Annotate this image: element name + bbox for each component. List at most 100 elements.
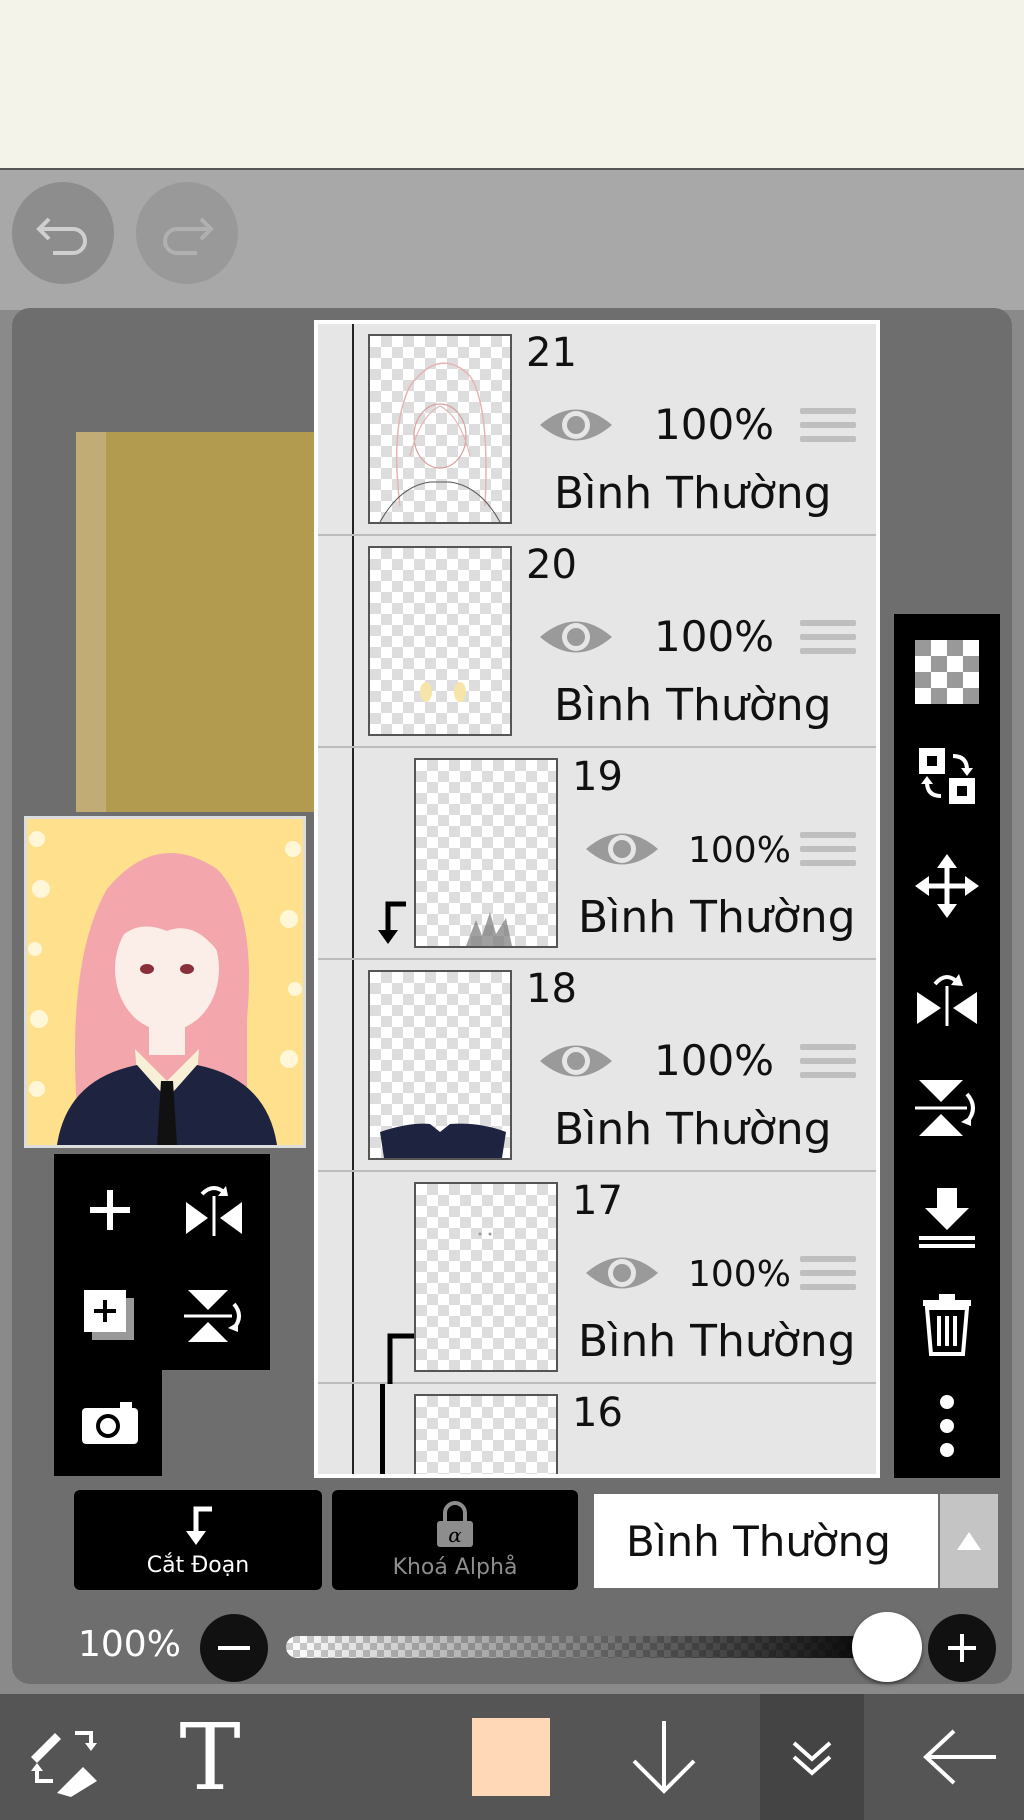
increase-opacity-button[interactable]: [928, 1614, 996, 1682]
opacity-control: 100%: [0, 1606, 1024, 1686]
undo-button[interactable]: [12, 182, 114, 284]
more-vertical-icon: [940, 1395, 954, 1457]
duplicate-layer-button[interactable]: [58, 1264, 162, 1368]
flip-horizontal-layer-button[interactable]: [894, 948, 1000, 1048]
layer-thumbnail: [414, 1182, 558, 1372]
flip-horizontal-icon: [917, 974, 977, 1026]
layer-opacity: 100%: [688, 1254, 791, 1295]
layer-actions-bar: [894, 614, 1000, 1478]
drag-handle-icon[interactable]: [800, 408, 856, 448]
plus-icon: [90, 1190, 130, 1230]
eye-icon[interactable]: [584, 826, 660, 872]
layer-blend-mode: Bình Thường: [554, 468, 832, 519]
layer-thumbnail: [368, 546, 512, 736]
layer-thumbnail-art: [466, 912, 512, 946]
text-icon: T: [179, 1717, 240, 1797]
redo-icon: [163, 217, 214, 255]
current-color-swatch: [472, 1718, 550, 1796]
layer-blend-mode: Bình Thường: [578, 892, 856, 943]
layer-row[interactable]: 20 100% Bình Thường: [318, 536, 876, 748]
clipping-button[interactable]: Cắt Đoạn: [74, 1490, 322, 1590]
eye-icon[interactable]: [538, 402, 614, 448]
clip-line: [380, 1384, 385, 1474]
layer-number: 21: [526, 330, 577, 376]
layer-row[interactable]: 19 100% Bình Thường: [318, 748, 876, 960]
merge-down-button[interactable]: [894, 1168, 1000, 1268]
drag-handle-icon[interactable]: [800, 620, 856, 660]
brush-eraser-toggle-button[interactable]: [10, 1694, 120, 1820]
layer-thumbnail: [414, 1394, 558, 1474]
clip-arrow-icon: [186, 1506, 212, 1545]
swap-icon: [919, 748, 975, 804]
drag-handle-icon[interactable]: [800, 832, 856, 872]
brush-eraser-icon: [31, 1731, 97, 1797]
arrow-left-icon: [923, 1729, 996, 1785]
flip-vertical-button[interactable]: [162, 1264, 266, 1368]
svg-text:T: T: [179, 1717, 240, 1797]
layer-row[interactable]: 21 100% Bình Thường: [318, 324, 876, 536]
layer-thumbnail-art: [380, 1123, 506, 1158]
transparent-layer-button[interactable]: [894, 622, 1000, 722]
swap-layer-button[interactable]: [894, 726, 1000, 826]
layer-row[interactable]: 17 100% Bình Thường: [318, 1172, 876, 1384]
duplicate-layer-icon: [84, 1290, 134, 1340]
alpha-lock-button[interactable]: α Khoá Alphå: [332, 1490, 578, 1590]
camera-icon: [82, 1402, 138, 1444]
preview-illustration: [27, 819, 303, 1145]
back-button[interactable]: [910, 1694, 1010, 1820]
alpha-lock-label: Khoá Alphå: [392, 1554, 518, 1580]
svg-text:α: α: [448, 1523, 462, 1547]
opacity-slider-knob[interactable]: [852, 1612, 922, 1682]
layer-thumbnail: [368, 970, 512, 1160]
flip-vertical-layer-button[interactable]: [894, 1058, 1000, 1158]
blend-mode-select[interactable]: Bình Thường: [594, 1494, 938, 1588]
layer-number: 17: [572, 1178, 623, 1224]
move-button[interactable]: [894, 836, 1000, 936]
add-layer-button[interactable]: [58, 1158, 162, 1262]
layer-tools: [54, 1154, 270, 1476]
camera-button[interactable]: [58, 1370, 162, 1474]
layer-number: 18: [526, 966, 577, 1012]
clipping-label: Cắt Đoạn: [146, 1552, 250, 1578]
redo-button[interactable]: [136, 182, 238, 284]
text-tool-button[interactable]: T: [160, 1694, 260, 1820]
flip-vertical-icon: [184, 1290, 241, 1342]
drag-handle-icon[interactable]: [800, 1044, 856, 1084]
layer-opacity: 100%: [654, 400, 775, 449]
layers-list[interactable]: 21 100% Bình Thường 20 100% Bình Thường …: [318, 324, 876, 1474]
eye-icon[interactable]: [538, 1038, 614, 1084]
blend-mode-dropdown-button[interactable]: [940, 1494, 998, 1588]
plus-icon: [948, 1634, 976, 1662]
more-options-button[interactable]: [894, 1376, 1000, 1476]
layers-panel[interactable]: 21 100% Bình Thường 20 100% Bình Thường …: [314, 320, 880, 1478]
color-swatch-button[interactable]: [466, 1694, 556, 1820]
collapse-panel-button[interactable]: [760, 1694, 864, 1820]
arrow-down-icon: [632, 1721, 696, 1794]
bottom-toolbar: T: [0, 1694, 1024, 1820]
flip-horizontal-button[interactable]: [162, 1158, 266, 1262]
flip-horizontal-icon: [186, 1186, 242, 1236]
eye-icon[interactable]: [538, 614, 614, 660]
blend-mode-value: Bình Thường: [626, 1516, 891, 1566]
layer-opacity: 100%: [654, 1036, 775, 1085]
layer-row[interactable]: 16: [318, 1384, 876, 1474]
trash-icon: [923, 1294, 971, 1356]
opacity-value: 100%: [78, 1624, 181, 1665]
layer-number: 16: [572, 1390, 623, 1436]
layer-number: 20: [526, 542, 577, 588]
double-chevron-down-icon: [792, 1741, 832, 1776]
layer-row[interactable]: 18 100% Bình Thường: [318, 960, 876, 1172]
eye-icon[interactable]: [584, 1250, 660, 1296]
drag-handle-icon[interactable]: [800, 1256, 856, 1296]
layer-thumbnail: [414, 758, 558, 948]
decrease-opacity-button[interactable]: [200, 1614, 268, 1682]
delete-layer-button[interactable]: [894, 1274, 1000, 1374]
opacity-slider-track[interactable]: [286, 1636, 888, 1658]
canvas-preview[interactable]: [24, 816, 306, 1148]
checkerboard-icon: [915, 640, 979, 704]
triangle-up-icon: [957, 1532, 981, 1550]
sketch-thumbnail-art: [379, 362, 501, 522]
top-blank-area: [0, 0, 1024, 170]
scroll-down-button[interactable]: [618, 1694, 710, 1820]
layer-thumbnail: [368, 334, 512, 524]
